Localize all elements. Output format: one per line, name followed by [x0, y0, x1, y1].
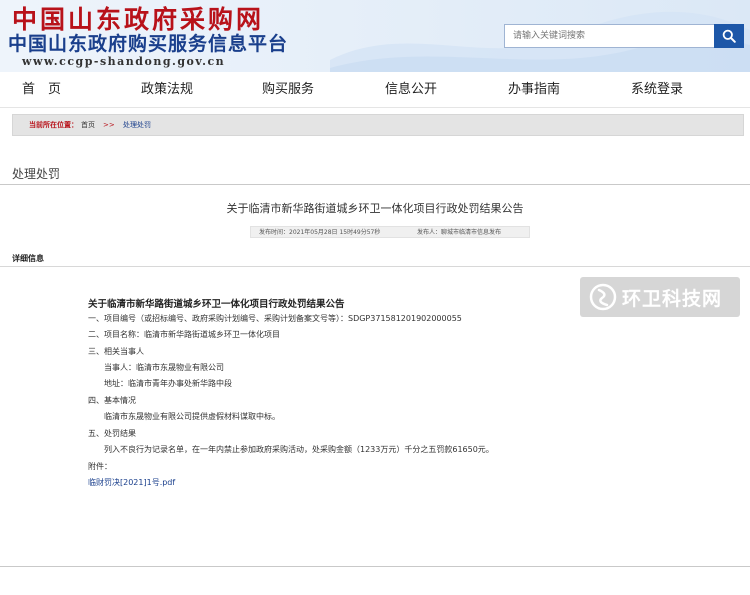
breadcrumb-separator: >> [103, 121, 115, 129]
main-nav: 首 页 政策法规 购买服务 信息公开 办事指南 系统登录 [0, 72, 750, 108]
breadcrumb-current[interactable]: 处理处罚 [123, 120, 151, 130]
site-header: 中国山东政府采购网 中国山东政府购买服务信息平台 www.ccgp-shando… [0, 0, 750, 72]
nav-item-info[interactable]: 信息公开 [385, 81, 437, 99]
article-meta: 发布时间：2021年05月28日 15时49分57秒 发布人：聊城市临清市信息发… [250, 226, 530, 238]
nav-item-home[interactable]: 首 页 [22, 81, 61, 99]
breadcrumb: 当前所在位置： 首页 >> 处理处罚 [12, 114, 744, 136]
body-line-parties-heading: 三、相关当事人 [88, 347, 144, 356]
site-logo-title[interactable]: 中国山东政府采购网 [12, 6, 264, 34]
publisher: 发布人：聊城市临清市信息发布 [417, 229, 502, 236]
body-line-project-number: 一、项目编号（或招标编号、政府采购计划编号、采购计划备案文号等）：SDGP371… [88, 314, 462, 323]
breadcrumb-label: 当前所在位置： [29, 121, 78, 129]
publish-time: 发布时间：2021年05月28日 15时49分57秒 [259, 229, 381, 236]
detail-divider [0, 266, 750, 267]
body-line-basic-heading: 四、基本情况 [88, 396, 136, 405]
nav-item-guide[interactable]: 办事指南 [508, 81, 560, 99]
nav-item-login[interactable]: 系统登录 [631, 81, 683, 99]
page-title: 关于临清市新华路街道城乡环卫一体化项目行政处罚结果公告 [226, 202, 524, 215]
footer-divider [0, 566, 750, 567]
search-input[interactable] [504, 24, 714, 48]
watermark-text: 环卫科技网 [622, 287, 723, 310]
search-icon [722, 29, 736, 43]
section-divider [0, 184, 750, 185]
body-line-basic-content: 临清市东晟物业有限公司提供虚假材料谋取中标。 [104, 412, 280, 421]
body-line-address: 地址：临清市青年办事处新华路中段 [104, 379, 232, 388]
nav-item-policy[interactable]: 政策法规 [141, 81, 193, 99]
body-line-attachment-label: 附件： [88, 462, 112, 471]
detail-label: 详细信息 [12, 254, 44, 263]
search-button[interactable] [714, 24, 744, 48]
body-line-penalty-content: 列入不良行为记录名单，在一年内禁止参加政府采购活动，处采购金额（1233万元）千… [104, 445, 494, 454]
body-line-project-name: 二、项目名称：临清市新华路街道城乡环卫一体化项目 [88, 330, 280, 339]
watermark: 环卫科技网 [580, 277, 740, 317]
site-logo-subtitle[interactable]: 中国山东政府购买服务信息平台 [8, 33, 288, 55]
document-title: 关于临清市新华路街道城乡环卫一体化项目行政处罚结果公告 [88, 299, 345, 310]
section-title: 处理处罚 [12, 167, 61, 181]
watermark-logo-icon [589, 283, 617, 311]
body-line-party: 当事人：临清市东晟物业有限公司 [104, 363, 224, 372]
nav-item-services[interactable]: 购买服务 [262, 81, 314, 99]
site-logo-url: www.ccgp-shandong.gov.cn [22, 55, 226, 68]
body-line-penalty-heading: 五、处罚结果 [88, 429, 136, 438]
breadcrumb-home-link[interactable]: 首页 [81, 120, 95, 130]
attachment-link[interactable]: 临财罚决[2021]1号.pdf [88, 477, 175, 488]
search-bar [504, 24, 744, 48]
